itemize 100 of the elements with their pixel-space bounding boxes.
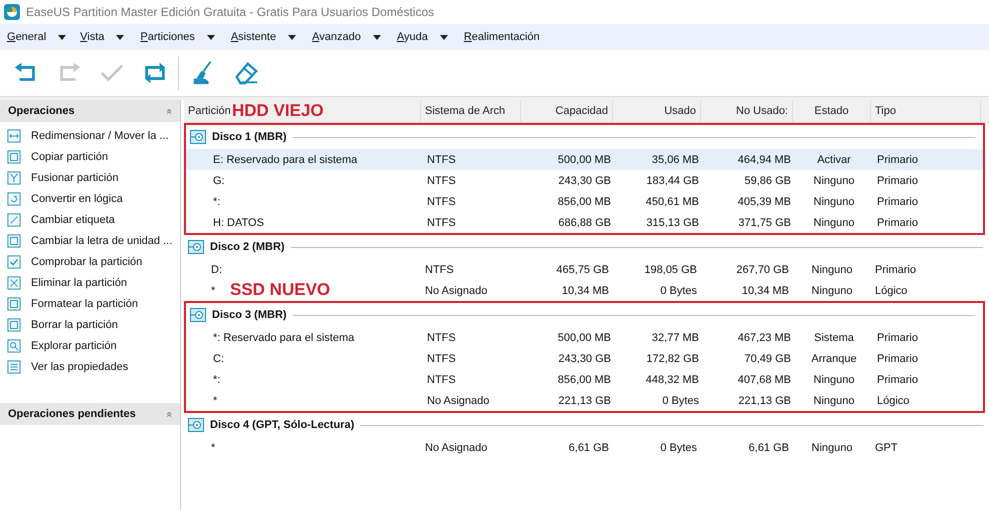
table-cell: 183,44 GB xyxy=(646,174,699,186)
table-cell: Ninguno xyxy=(814,216,854,228)
copy-icon xyxy=(7,150,21,164)
table-cell: No Asignado xyxy=(427,394,490,406)
caret-icon[interactable] xyxy=(116,34,124,40)
table-cell: NTFS xyxy=(427,332,456,344)
table-cell: 221,13 GB xyxy=(738,394,791,406)
column-header[interactable]: No Usado: xyxy=(701,100,793,122)
table-cell: Arranque xyxy=(811,352,857,364)
sidebar-item[interactable]: Cambiar la letra de unidad ... xyxy=(0,230,180,251)
sidebar-item[interactable]: Eliminar la partición xyxy=(0,272,180,293)
table-cell: Primario xyxy=(877,332,918,344)
table-cell: 59,86 GB xyxy=(744,174,791,186)
collapse-toggle[interactable]: « xyxy=(164,411,175,417)
caret-icon[interactable] xyxy=(58,34,66,40)
column-header[interactable]: Sistema de Arch xyxy=(421,100,521,122)
table-cell: 371,75 GB xyxy=(738,216,791,228)
sidebar-label: Copiar partición xyxy=(31,150,108,162)
sidebar-label: Comprobar la partición xyxy=(31,256,142,268)
table-cell: Primario xyxy=(877,216,918,228)
table-cell: * xyxy=(213,394,218,406)
table-cell: 10,34 MB xyxy=(742,284,789,296)
table-cell: 407,68 MB xyxy=(738,374,791,386)
panel-header[interactable]: Operaciones « xyxy=(0,100,180,122)
sidebar-item[interactable]: Cambiar etiqueta xyxy=(0,209,180,230)
table-cell: 0 Bytes xyxy=(660,442,697,454)
check-box-icon xyxy=(7,254,21,268)
menu-item[interactable]: Realimentación xyxy=(464,31,552,43)
search-icon xyxy=(7,338,21,352)
window-title: EaseUS Partition Master Edición Gratuita - Gratis Para Usuarios Domésticos xyxy=(26,5,434,19)
table-cell: Lógico xyxy=(875,284,908,296)
disk-name[interactable]: Disco 1 (MBR) xyxy=(212,131,287,143)
menu-item[interactable]: General xyxy=(7,31,58,43)
sidebar-item[interactable]: Formatear la partición xyxy=(0,293,180,314)
caret-icon[interactable] xyxy=(440,34,448,40)
sidebar-item[interactable]: Copiar partición xyxy=(0,146,180,167)
annotation-label: SSD NUEVO xyxy=(230,281,330,299)
table-cell: 6,61 GB xyxy=(568,442,609,454)
table-cell: 405,39 MB xyxy=(738,196,791,208)
collapse-toggle[interactable]: « xyxy=(164,108,175,114)
table-cell: NTFS xyxy=(427,154,456,166)
table-cell: No Asignado xyxy=(425,442,488,454)
disk-name[interactable]: Disco 4 (GPT, Sólo-Lectura) xyxy=(210,419,354,431)
table-cell: Ninguno xyxy=(814,394,854,406)
table-cell: No Asignado xyxy=(425,284,488,296)
caret-icon[interactable] xyxy=(372,34,381,40)
sidebar-label: Formatear la partición xyxy=(31,298,138,310)
sidebar-label: Cambiar etiqueta xyxy=(31,214,115,226)
table-cell: NTFS xyxy=(427,216,456,228)
menu-item[interactable]: Particiones xyxy=(140,31,207,43)
column-header[interactable]: Capacidad xyxy=(521,100,613,122)
menu-item[interactable]: Avanzado xyxy=(312,31,373,43)
table-cell: 0 Bytes xyxy=(662,394,699,406)
sidebar-label: Explorar partición xyxy=(31,340,117,352)
column-header[interactable]: Estado xyxy=(793,100,871,122)
disk-name[interactable]: Disco 3 (MBR) xyxy=(212,309,287,321)
sidebar-item[interactable]: Ver las propiedades xyxy=(0,356,180,377)
label-icon xyxy=(7,212,21,226)
table-cell: GPT xyxy=(875,442,898,454)
table-cell: Lógico xyxy=(877,394,910,406)
caret-icon[interactable] xyxy=(206,34,215,40)
column-header[interactable]: Usado xyxy=(613,100,701,122)
column-header[interactable]: Tipo xyxy=(871,100,981,122)
sidebar-label: Fusionar partición xyxy=(31,172,118,184)
delete-icon xyxy=(7,276,21,290)
table-cell: * xyxy=(211,284,216,296)
menu-item[interactable]: Vista xyxy=(80,31,116,43)
table-cell: Ninguno xyxy=(812,284,852,296)
app-icon xyxy=(4,4,20,20)
table-cell: 464,94 MB xyxy=(738,154,791,166)
table-cell: Primario xyxy=(875,264,916,276)
sidebar-item[interactable]: Convertir en lógica xyxy=(0,188,180,209)
panel-header[interactable]: Operaciones pendientes « xyxy=(0,403,180,425)
sidebar-label: Ver las propiedades xyxy=(31,360,128,372)
sidebar-label: Eliminar la partición xyxy=(31,276,127,288)
table-cell: 198,05 GB xyxy=(644,264,697,276)
menu-item[interactable]: Ayuda xyxy=(396,31,440,43)
sidebar-item[interactable]: Fusionar partición xyxy=(0,167,180,188)
sidebar-item[interactable]: Explorar partición xyxy=(0,335,180,356)
table-cell: 448,32 MB xyxy=(646,374,699,386)
disk-name[interactable]: Disco 2 (MBR) xyxy=(210,241,285,253)
table-cell: Sistema xyxy=(814,332,854,344)
panel-title: Operaciones xyxy=(8,105,75,117)
table-cell: 35,06 MB xyxy=(652,154,699,166)
table-cell: H: DATOS xyxy=(213,216,264,228)
sidebar-item[interactable]: Comprobar la partición xyxy=(0,251,180,272)
sidebar-item[interactable]: Borrar la partición xyxy=(0,314,180,335)
table-cell: NTFS xyxy=(427,174,456,186)
table-cell: 500,00 MB xyxy=(558,154,611,166)
table-cell: G: xyxy=(213,174,225,186)
sidebar-item[interactable]: Redimensionar / Mover la ... xyxy=(0,125,180,146)
sidebar-label: Convertir en lógica xyxy=(31,192,123,204)
table-cell: Primario xyxy=(877,196,918,208)
panel-title: Operaciones pendientes xyxy=(8,408,136,420)
menu-item[interactable]: Asistente xyxy=(230,31,288,43)
caret-icon[interactable] xyxy=(288,34,296,40)
table-cell: *: Reservado para el sistema xyxy=(213,332,354,344)
table-cell: 221,13 GB xyxy=(558,394,611,406)
table-cell: Ninguno xyxy=(812,442,852,454)
table-cell: 172,82 GB xyxy=(646,352,699,364)
